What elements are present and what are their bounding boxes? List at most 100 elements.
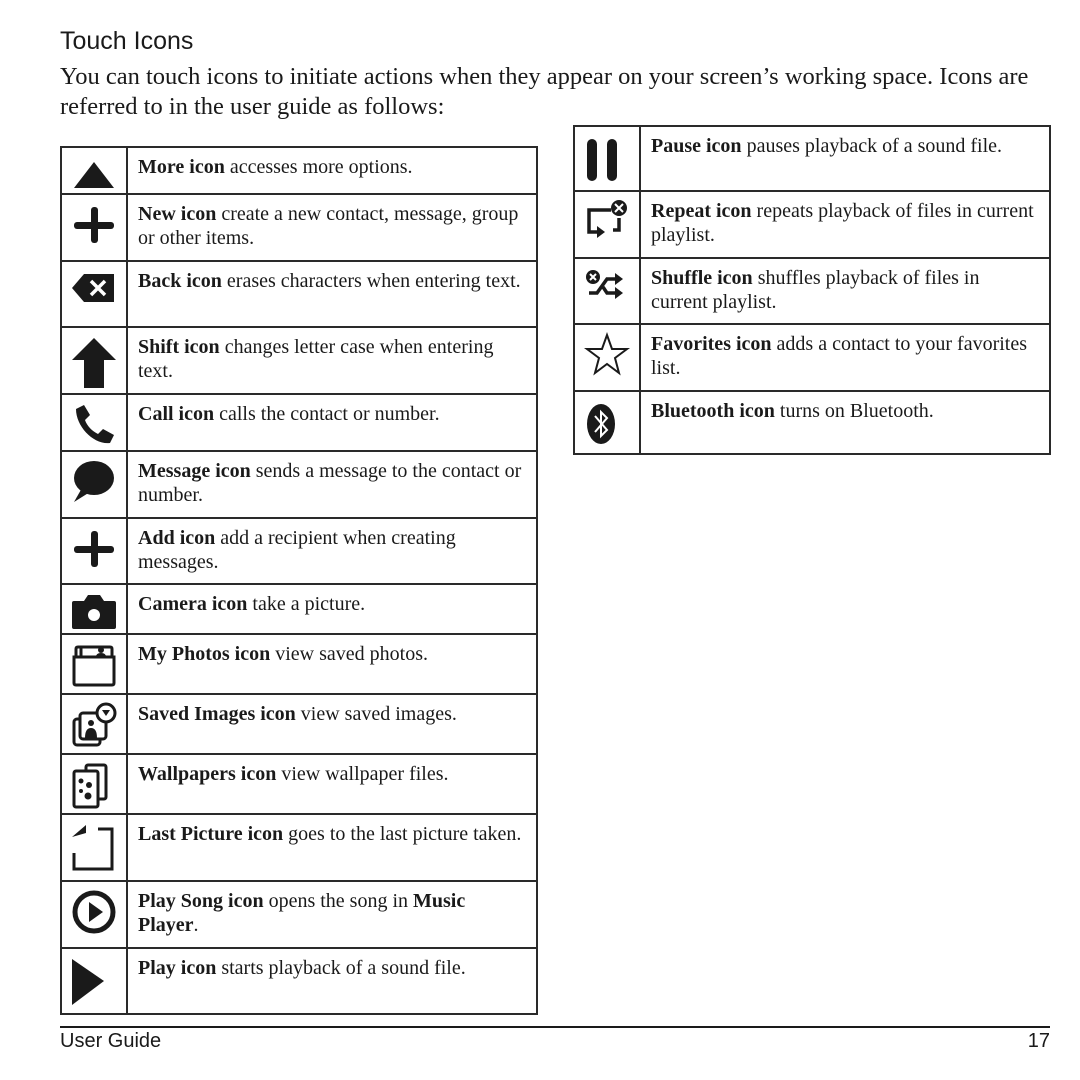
- icon-table-left: More icon accesses more options. New ico…: [60, 146, 538, 1015]
- more-icon: [74, 162, 114, 188]
- icon-description: calls the contact or number.: [214, 403, 440, 425]
- table-row: My Photos icon view saved photos.: [60, 633, 538, 695]
- icon-cell: [60, 193, 128, 262]
- table-row: Call icon calls the contact or number.: [60, 393, 538, 452]
- icon-description: view saved photos.: [270, 643, 428, 665]
- icon-description: accesses more options.: [224, 156, 413, 178]
- icon-description: take a picture.: [247, 593, 366, 615]
- description-cell: Add icon add a recipient when creating m…: [126, 517, 538, 585]
- icon-description: pauses playback of a sound file.: [741, 135, 1003, 157]
- icon-name: Camera icon: [138, 593, 248, 615]
- page-number: 17: [1027, 1030, 1050, 1052]
- icon-name: More icon: [138, 156, 225, 178]
- icon-name: Play Song icon: [138, 890, 264, 912]
- my-photos-icon: [72, 645, 116, 687]
- description-cell: My Photos icon view saved photos.: [126, 633, 538, 695]
- description-cell: Wallpapers icon view wallpaper files.: [126, 753, 538, 815]
- favorites-icon: [584, 332, 630, 376]
- icon-cell: [60, 693, 128, 755]
- repeat-icon: [587, 200, 627, 238]
- pause-icon: [587, 139, 617, 181]
- icon-name: Pause icon: [651, 135, 742, 157]
- icon-table-right: Pause icon pauses playback of a sound fi…: [573, 125, 1051, 455]
- table-row: Saved Images icon view saved images.: [60, 693, 538, 755]
- icon-name: Shift icon: [138, 336, 220, 358]
- icon-cell: [60, 947, 128, 1015]
- icon-cell: [60, 517, 128, 585]
- icon-cell: [60, 326, 128, 395]
- description-cell: Repeat icon repeats playback of files in…: [639, 190, 1051, 259]
- icon-name: Back icon: [138, 270, 222, 292]
- icon-cell: [60, 880, 128, 949]
- table-row: Message icon sends a message to the cont…: [60, 450, 538, 519]
- icon-name: Favorites icon: [651, 333, 772, 355]
- table-row: Wallpapers icon view wallpaper files.: [60, 753, 538, 815]
- icon-name: Play icon: [138, 957, 217, 979]
- description-cell: Shift icon changes letter case when ente…: [126, 326, 538, 395]
- icon-cell: [60, 633, 128, 695]
- icon-description: goes to the last picture taken.: [283, 823, 522, 845]
- icon-cell: [573, 190, 641, 259]
- icon-cell: [60, 260, 128, 328]
- icon-name: Repeat icon: [651, 200, 752, 222]
- camera-icon: [72, 595, 116, 629]
- icon-cell: [573, 257, 641, 325]
- saved-images-icon: [72, 702, 117, 747]
- icon-description: erases characters when entering text.: [221, 270, 521, 292]
- description-cell: Pause icon pauses playback of a sound fi…: [639, 125, 1051, 192]
- table-row: Repeat icon repeats playback of files in…: [573, 190, 1051, 259]
- table-row: Pause icon pauses playback of a sound fi…: [573, 125, 1051, 192]
- icon-name: Message icon: [138, 460, 251, 482]
- table-row: More icon accesses more options.: [60, 146, 538, 195]
- description-cell: New icon create a new contact, message, …: [126, 193, 538, 262]
- icon-name: Call icon: [138, 403, 215, 425]
- table-row: New icon create a new contact, message, …: [60, 193, 538, 262]
- icon-cell: [60, 813, 128, 882]
- back-icon: [72, 274, 114, 302]
- icon-name: Bluetooth icon: [651, 400, 775, 422]
- table-row: Back icon erases characters when enterin…: [60, 260, 538, 328]
- description-cell: Favorites icon adds a contact to your fa…: [639, 323, 1051, 392]
- description-cell: Back icon erases characters when enterin…: [126, 260, 538, 328]
- new-icon: [74, 207, 114, 243]
- table-row: Favorites icon adds a contact to your fa…: [573, 323, 1051, 392]
- add-icon: [74, 531, 114, 567]
- description-cell: Shuffle icon shuffles playback of files …: [639, 257, 1051, 325]
- message-icon: [74, 461, 114, 502]
- table-row: Shift icon changes letter case when ente…: [60, 326, 538, 395]
- wallpapers-icon: [72, 763, 108, 809]
- footer-title: User Guide: [60, 1030, 162, 1052]
- icon-cell: [60, 146, 128, 195]
- icon-cell: [60, 393, 128, 452]
- table-row: Play Song icon opens the song in Music P…: [60, 880, 538, 949]
- table-row: Last Picture icon goes to the last pictu…: [60, 813, 538, 882]
- shuffle-icon: [586, 270, 623, 299]
- icon-description: view saved images.: [295, 703, 457, 725]
- icon-cell: [60, 450, 128, 519]
- icon-name: Wallpapers icon: [138, 763, 277, 785]
- table-row: Add icon add a recipient when creating m…: [60, 517, 538, 585]
- description-cell: Play icon starts playback of a sound fil…: [126, 947, 538, 1015]
- description-cell: Call icon calls the contact or number.: [126, 393, 538, 452]
- description-cell: Message icon sends a message to the cont…: [126, 450, 538, 519]
- description-cell: Last Picture icon goes to the last pictu…: [126, 813, 538, 882]
- table-row: Bluetooth icon turns on Bluetooth.: [573, 390, 1051, 455]
- icon-cell: [60, 753, 128, 815]
- icon-name: My Photos icon: [138, 643, 271, 665]
- icon-name: Last Picture icon: [138, 823, 284, 845]
- intro-paragraph: You can touch icons to initiate actions …: [60, 63, 1029, 120]
- icon-name: Saved Images icon: [138, 703, 296, 725]
- icon-description: turns on Bluetooth.: [774, 400, 934, 422]
- icon-name: New icon: [138, 203, 217, 225]
- footer-divider: [60, 1026, 1050, 1028]
- play-song-icon: [72, 890, 116, 934]
- icon-description: opens the song in: [263, 890, 414, 912]
- description-cell: Camera icon take a picture.: [126, 583, 538, 635]
- icon-description: view wallpaper files.: [276, 763, 449, 785]
- description-cell: Bluetooth icon turns on Bluetooth.: [639, 390, 1051, 455]
- description-cell: More icon accesses more options.: [126, 146, 538, 195]
- punctuation: .: [193, 914, 199, 936]
- call-icon: [76, 405, 114, 444]
- icon-cell: [60, 583, 128, 635]
- play-icon: [72, 959, 104, 1005]
